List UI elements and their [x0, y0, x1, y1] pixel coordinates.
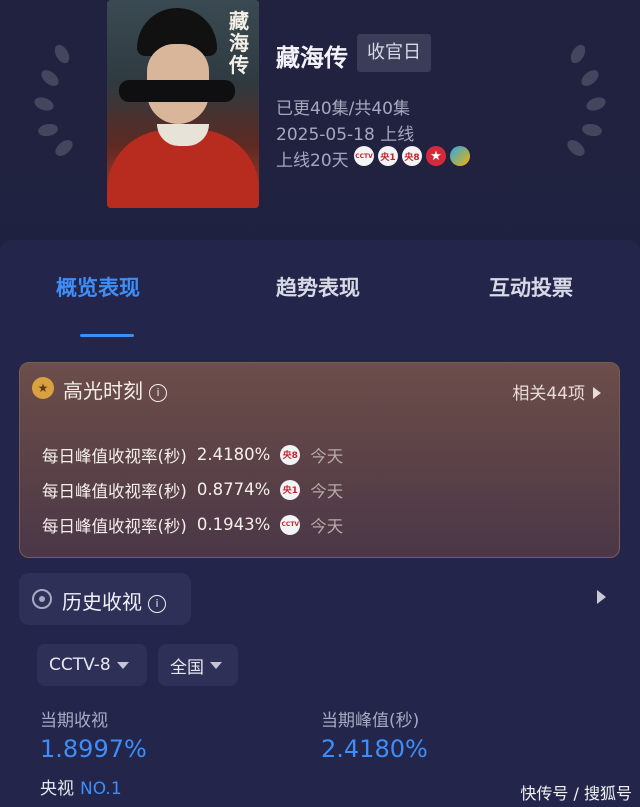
highlights-title: 高光时刻 i: [63, 375, 167, 404]
history-header[interactable]: 历史收视 i: [19, 573, 191, 625]
highlights-more-link[interactable]: 相关44项: [512, 379, 601, 404]
metric-label: 每日峰值收视率(秒): [42, 516, 187, 536]
star-icon: ★: [426, 146, 446, 166]
info-icon[interactable]: i: [148, 594, 166, 613]
status-badge: 收官日: [357, 34, 431, 72]
history-title-text: 历史收视: [62, 590, 142, 614]
chevron-right-icon[interactable]: [597, 590, 606, 604]
region-select-value: 全国: [170, 657, 204, 678]
cctv1-icon: 央1: [280, 479, 301, 500]
cctv8-icon: 央8: [280, 444, 301, 465]
current-rating-value: 1.8997%: [40, 735, 147, 763]
tab-vote[interactable]: 互动投票: [489, 272, 573, 302]
cctv8-icon: 央8: [402, 146, 422, 166]
current-rating-label: 当期收视: [40, 711, 108, 731]
chevron-right-icon: [593, 387, 601, 399]
reel-icon: [32, 589, 52, 609]
mango-icon: [450, 146, 470, 166]
highlights-list: 每日峰值收视率(秒) 2.4180% 央8 今天 每日峰值收视率(秒) 0.87…: [42, 437, 343, 542]
laurel-left-decoration: [32, 40, 86, 160]
list-item[interactable]: 每日峰值收视率(秒) 0.8774% 央1 今天: [42, 472, 343, 507]
metric-day: 今天: [310, 516, 344, 536]
tab-bar: 概览表现 趋势表现 互动投票: [0, 272, 640, 312]
metric-value: 0.1943%: [196, 515, 271, 534]
active-tab-indicator: [80, 334, 134, 337]
cctv-icon: CCTV: [354, 146, 374, 166]
highlights-panel: ★ 高光时刻 i 相关44项 每日峰值收视率(秒) 2.4180% 央8 今天 每…: [19, 362, 620, 558]
metric-day: 今天: [310, 446, 344, 466]
list-item[interactable]: 每日峰值收视率(秒) 2.4180% 央8 今天: [42, 437, 343, 472]
region-select[interactable]: 全国: [158, 644, 238, 686]
info-icon[interactable]: i: [149, 383, 167, 402]
channel-select-value: CCTV-8: [49, 655, 111, 675]
metric-value: 2.4180%: [196, 445, 271, 464]
channel-icons: CCTV 央1 央8 ★: [354, 146, 470, 166]
peak-rating-label: 当期峰值(秒): [321, 711, 420, 731]
show-title: 藏海传: [276, 44, 348, 72]
metric-label: 每日峰值收视率(秒): [42, 446, 187, 466]
release-date: 2025-05-18 上线: [276, 125, 415, 145]
metric-value: 0.8774%: [196, 480, 271, 499]
tab-trend[interactable]: 趋势表现: [276, 272, 360, 302]
online-days: 上线20天: [276, 151, 349, 171]
show-poster[interactable]: 藏海传: [107, 0, 259, 208]
star-badge-icon: ★: [32, 377, 54, 399]
history-title: 历史收视 i: [62, 586, 166, 615]
list-item[interactable]: 每日峰值收视率(秒) 0.1943% CCTV 今天: [42, 507, 343, 542]
tab-overview[interactable]: 概览表现: [56, 272, 140, 302]
chevron-down-icon: [116, 661, 129, 669]
highlights-title-text: 高光时刻: [63, 379, 143, 403]
highlights-count: 相关44项: [512, 384, 585, 404]
watermark: 快传号 / 搜狐号: [520, 784, 632, 803]
channel-select[interactable]: CCTV-8: [37, 644, 147, 686]
page: 藏海传 藏海传 收官日 已更40集/共40集 2025-05-18 上线 上线2…: [0, 0, 640, 807]
episode-count: 已更40集/共40集: [276, 99, 410, 119]
chevron-down-icon: [210, 661, 222, 669]
metric-day: 今天: [310, 481, 344, 501]
laurel-right-decoration: [554, 40, 608, 160]
rank-prefix: 央视: [40, 779, 74, 799]
peak-rating-value: 2.4180%: [321, 735, 428, 763]
rank: 央视 NO.1: [40, 774, 122, 799]
rank-value: NO.1: [80, 779, 122, 799]
poster-hat-brim: [119, 80, 235, 102]
poster-title: 藏海传: [229, 9, 249, 77]
cctv1-icon: 央1: [378, 146, 398, 166]
metric-label: 每日峰值收视率(秒): [42, 481, 187, 501]
cctv-icon: CCTV: [280, 514, 301, 535]
